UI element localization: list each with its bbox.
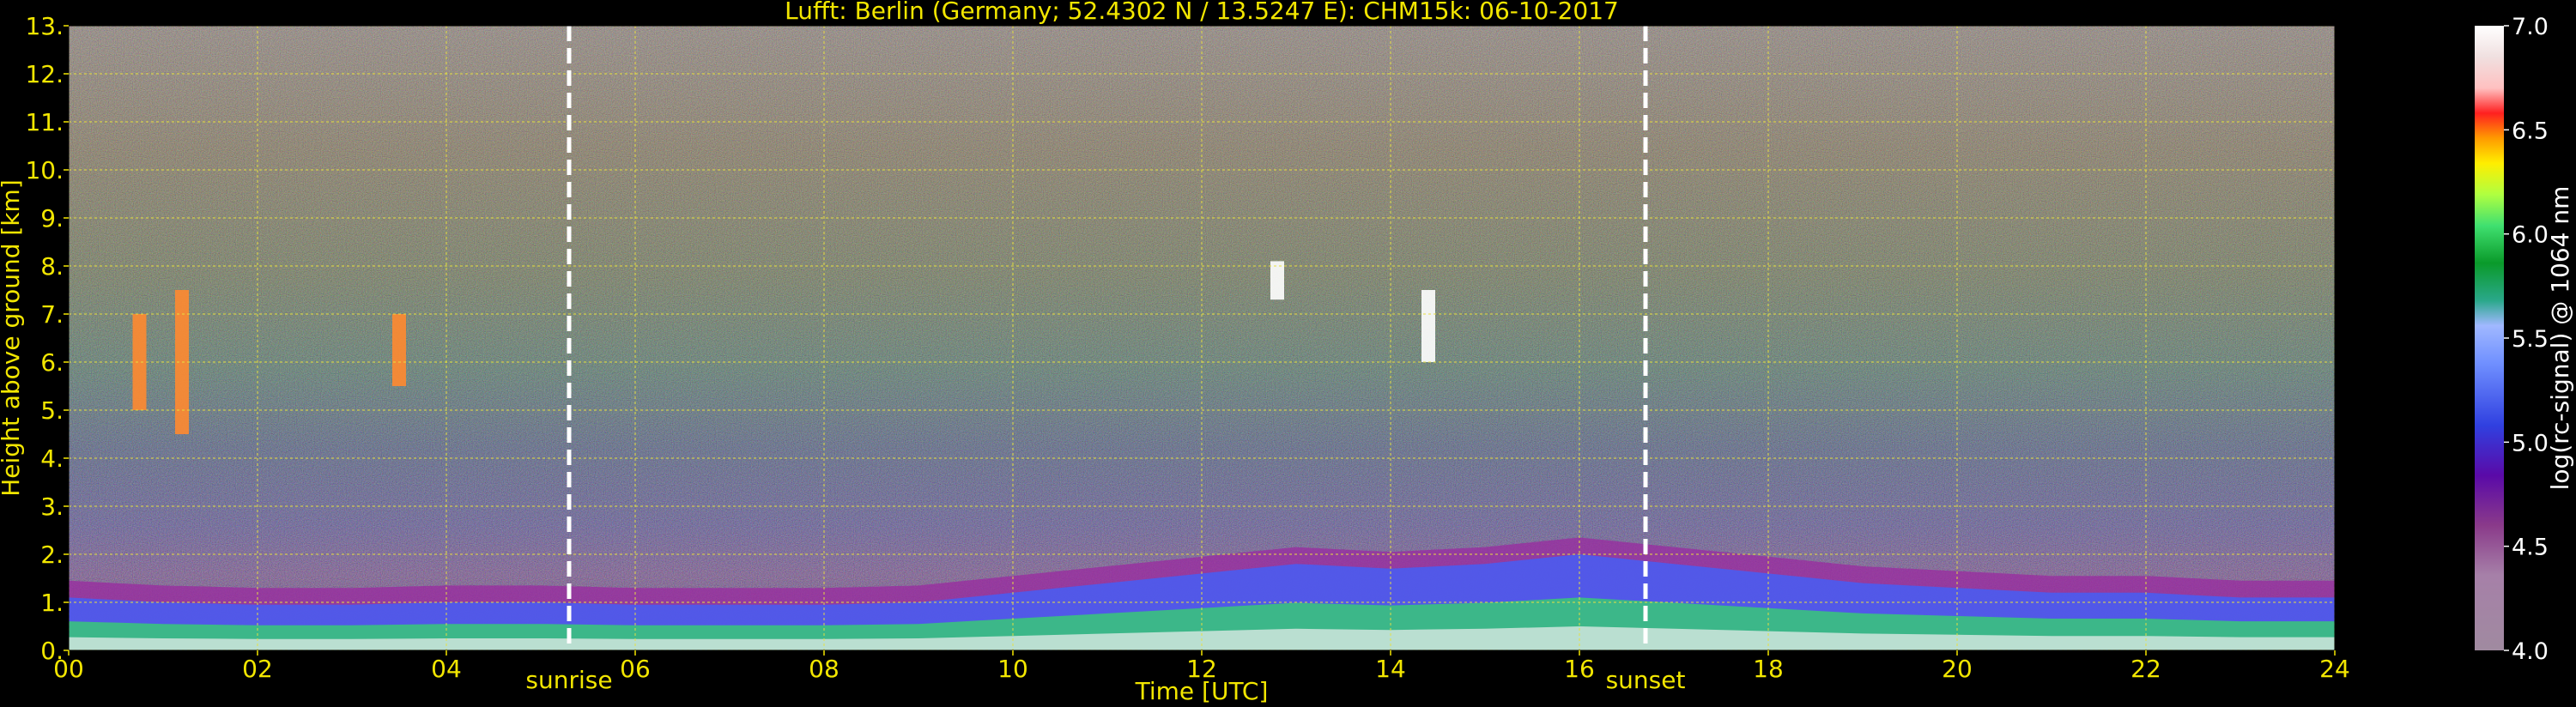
x-tick-label: 16: [1564, 655, 1595, 683]
x-tick-label: 18: [1753, 655, 1784, 683]
y-tick-label: 7.: [40, 300, 64, 329]
ceilometer-chart: 00 02 04 06 08 10 12 14 16 18 20 22 24 0.1.2.3.4.5.6…: [0, 0, 2574, 705]
x-tick-label: 10: [997, 655, 1028, 683]
x-tick-label: 06: [620, 655, 651, 683]
x-tick-label: 02: [242, 655, 273, 683]
y-tick-label: 11.: [25, 108, 64, 136]
cloud-feature: [1421, 290, 1435, 362]
sun-annotation: sunrise: [525, 666, 612, 694]
y-tick-label: 13.: [25, 12, 64, 40]
cloud-feature: [392, 314, 406, 386]
y-axis-ticks: 0. 1. 2. 3. 4. 5. 6. 7. 8. 9. 10. 11. 12. 13.: [25, 12, 69, 665]
x-tick-label: 20: [1942, 655, 1973, 683]
x-tick-label: 08: [809, 655, 839, 683]
chart-title: Lufft: Berlin (Germany; 52.4302 N / 13.5…: [785, 0, 1619, 25]
x-tick-label: 04: [431, 655, 462, 683]
y-tick-label: 3.: [40, 492, 64, 521]
y-tick-label: 4.: [40, 444, 64, 473]
x-axis-label: Time [UTC]: [1135, 677, 1269, 705]
colorbar-ticks: 4.0 4.5 5.0 5.5 6.0 6.5 7.0: [2504, 14, 2549, 665]
sun-annotations: sunrise sunset: [525, 666, 1685, 694]
colorbar: [2475, 26, 2504, 650]
y-tick-label: 10.: [25, 156, 64, 184]
y-axis-label: Height above ground [km]: [0, 179, 25, 497]
y-tick-label: 5.: [40, 396, 64, 425]
y-tick-label: 1.: [40, 589, 64, 617]
x-tick-label: 22: [2131, 655, 2161, 683]
colorbar-label: log(rc-signal) @ 1064 nm: [2546, 186, 2574, 491]
x-tick-label: 24: [2319, 655, 2350, 683]
colorbar-tick-label: 6.0: [2512, 222, 2549, 249]
colorbar-tick-label: 7.0: [2512, 14, 2549, 40]
y-tick-label: 12.: [25, 60, 64, 88]
sun-annotation: sunset: [1606, 666, 1686, 694]
colorbar-tick-label: 4.5: [2512, 535, 2549, 561]
colorbar-tick-label: 6.5: [2512, 118, 2549, 144]
colorbar-tick-label: 4.0: [2512, 638, 2549, 665]
plot-area: [69, 26, 2335, 650]
y-tick-label: 9.: [40, 204, 64, 233]
y-tick-label: 8.: [40, 252, 64, 281]
cloud-feature: [132, 314, 147, 410]
y-tick-label: 6.: [40, 348, 64, 377]
cloud-feature: [1270, 261, 1284, 300]
y-tick-label: 2.: [40, 541, 64, 569]
y-tick-label: 0.: [40, 637, 64, 665]
x-tick-label: 14: [1375, 655, 1406, 683]
colorbar-tick-label: 5.0: [2512, 430, 2549, 456]
colorbar-tick-label: 5.5: [2512, 326, 2549, 353]
